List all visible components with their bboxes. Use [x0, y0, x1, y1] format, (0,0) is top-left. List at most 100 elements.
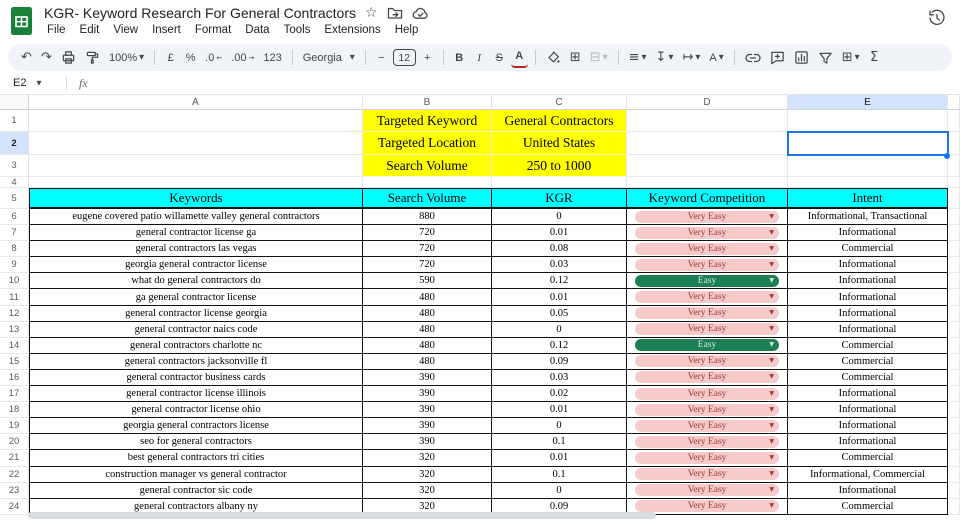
row-header-10[interactable]: 10	[0, 273, 29, 289]
competition-dropdown[interactable]: Very Easy▼	[635, 227, 779, 239]
competition-dropdown[interactable]: Very Easy▼	[635, 500, 779, 512]
intent-cell[interactable]: Informational	[788, 306, 948, 322]
row-header-2[interactable]: 2	[0, 132, 29, 155]
menu-extensions[interactable]: Extensions	[317, 22, 387, 38]
keyword-cell[interactable]: general contractor business cards	[29, 370, 363, 386]
search-volume-cell[interactable]: 320	[363, 450, 492, 466]
intent-cell[interactable]: Informational	[788, 483, 948, 499]
horizontal-scrollbar[interactable]	[28, 512, 656, 519]
competition-cell[interactable]: Very Easy▼	[627, 241, 788, 257]
menu-format[interactable]: Format	[188, 22, 238, 38]
text-wrap-button[interactable]: ↦▼	[679, 48, 703, 68]
intent-cell[interactable]: Informational	[788, 386, 948, 402]
search-volume-cell[interactable]: 720	[363, 241, 492, 257]
search-volume-cell[interactable]: 720	[363, 257, 492, 273]
competition-dropdown[interactable]: Very Easy▼	[635, 436, 779, 448]
select-all-corner[interactable]	[0, 95, 29, 110]
competition-dropdown[interactable]: Very Easy▼	[635, 323, 779, 335]
kgr-cell[interactable]: 0	[492, 418, 627, 434]
competition-dropdown[interactable]: Easy▼	[635, 339, 779, 351]
increase-font-size-button[interactable]: +	[419, 48, 436, 68]
row-header-23[interactable]: 23	[0, 483, 29, 499]
cell[interactable]	[788, 177, 948, 188]
row-header-8[interactable]: 8	[0, 241, 29, 257]
kgr-cell[interactable]: 0.05	[492, 306, 627, 322]
paint-format-button[interactable]	[82, 48, 103, 68]
cell[interactable]	[363, 177, 492, 188]
keyword-cell[interactable]: general contractor license georgia	[29, 306, 363, 322]
keyword-cell[interactable]: general contractors las vegas	[29, 241, 363, 257]
font-size-input[interactable]: 12	[393, 49, 416, 66]
search-volume-cell[interactable]: 480	[363, 306, 492, 322]
cell-D2[interactable]	[627, 132, 788, 155]
info-value-3[interactable]: 250 to 1000	[492, 155, 627, 177]
name-box[interactable]: E2 ▼	[0, 77, 66, 89]
competition-cell[interactable]: Very Easy▼	[627, 289, 788, 305]
intent-cell[interactable]: Commercial	[788, 338, 948, 354]
menu-file[interactable]: File	[40, 22, 73, 38]
competition-cell[interactable]: Easy▼	[627, 273, 788, 289]
intent-cell[interactable]: Informational, Commercial	[788, 467, 948, 483]
competition-cell[interactable]: Very Easy▼	[627, 418, 788, 434]
keyword-cell[interactable]: general contractor license ohio	[29, 402, 363, 418]
kgr-cell[interactable]: 0	[492, 483, 627, 499]
sheets-logo-icon[interactable]	[11, 7, 33, 35]
column-header-E[interactable]: E	[788, 95, 948, 110]
strikethrough-button[interactable]: S	[491, 48, 508, 68]
info-value-2[interactable]: United States	[492, 132, 627, 155]
row-header-11[interactable]: 11	[0, 289, 29, 305]
search-volume-cell[interactable]: 590	[363, 273, 492, 289]
keyword-cell[interactable]: seo for general contractors	[29, 434, 363, 450]
competition-cell[interactable]: Very Easy▼	[627, 483, 788, 499]
row-header-18[interactable]: 18	[0, 402, 29, 418]
row-header-4[interactable]: 4	[0, 177, 29, 188]
search-volume-cell[interactable]: 390	[363, 418, 492, 434]
kgr-cell[interactable]: 0.03	[492, 257, 627, 273]
kgr-cell[interactable]: 0.12	[492, 338, 627, 354]
intent-cell[interactable]: Commercial	[788, 370, 948, 386]
kgr-cell[interactable]: 0.1	[492, 467, 627, 483]
keyword-cell[interactable]: best general contractors tri cities	[29, 450, 363, 466]
keyword-cell[interactable]: general contractor license ga	[29, 225, 363, 241]
insert-link-button[interactable]	[742, 48, 764, 68]
competition-dropdown[interactable]: Very Easy▼	[635, 420, 779, 432]
row-header-13[interactable]: 13	[0, 322, 29, 338]
kgr-cell[interactable]: 0.01	[492, 289, 627, 305]
search-volume-cell[interactable]: 390	[363, 434, 492, 450]
search-volume-cell[interactable]: 390	[363, 386, 492, 402]
search-volume-cell[interactable]: 390	[363, 370, 492, 386]
competition-dropdown[interactable]: Very Easy▼	[635, 404, 779, 416]
row-header-9[interactable]: 9	[0, 257, 29, 273]
competition-cell[interactable]: Very Easy▼	[627, 386, 788, 402]
merge-cells-button[interactable]: ⊟▼	[587, 48, 611, 68]
cell-E1[interactable]	[788, 110, 948, 132]
competition-cell[interactable]: Very Easy▼	[627, 209, 788, 225]
create-filter-button[interactable]	[815, 48, 836, 68]
zoom-select[interactable]: 100%▼	[106, 48, 147, 68]
keyword-cell[interactable]: construction manager vs general contract…	[29, 467, 363, 483]
competition-dropdown[interactable]: Very Easy▼	[635, 468, 779, 480]
undo-button[interactable]: ↶	[18, 48, 35, 68]
redo-button[interactable]: ↷	[38, 48, 55, 68]
competition-dropdown[interactable]: Very Easy▼	[635, 211, 779, 223]
row-header-20[interactable]: 20	[0, 434, 29, 450]
search-volume-cell[interactable]: 320	[363, 483, 492, 499]
document-title[interactable]: KGR- Keyword Research For General Contra…	[44, 5, 356, 21]
intent-cell[interactable]: Informational, Transactional	[788, 209, 948, 225]
bold-button[interactable]: B	[451, 48, 468, 68]
keyword-cell[interactable]: general contractor sic code	[29, 483, 363, 499]
italic-button[interactable]: I	[471, 48, 488, 68]
row-header-14[interactable]: 14	[0, 338, 29, 354]
competition-dropdown[interactable]: Very Easy▼	[635, 388, 779, 400]
row-header-6[interactable]: 6	[0, 209, 29, 225]
selection-fill-handle[interactable]	[944, 153, 950, 159]
row-header-16[interactable]: 16	[0, 370, 29, 386]
intent-cell[interactable]: Informational	[788, 322, 948, 338]
intent-cell[interactable]: Commercial	[788, 354, 948, 370]
competition-cell[interactable]: Very Easy▼	[627, 402, 788, 418]
row-header-21[interactable]: 21	[0, 450, 29, 466]
keyword-cell[interactable]: general contractor naics code	[29, 322, 363, 338]
menu-edit[interactable]: Edit	[73, 22, 107, 38]
insert-chart-button[interactable]	[791, 48, 812, 68]
keyword-cell[interactable]: georgia general contractors license	[29, 418, 363, 434]
